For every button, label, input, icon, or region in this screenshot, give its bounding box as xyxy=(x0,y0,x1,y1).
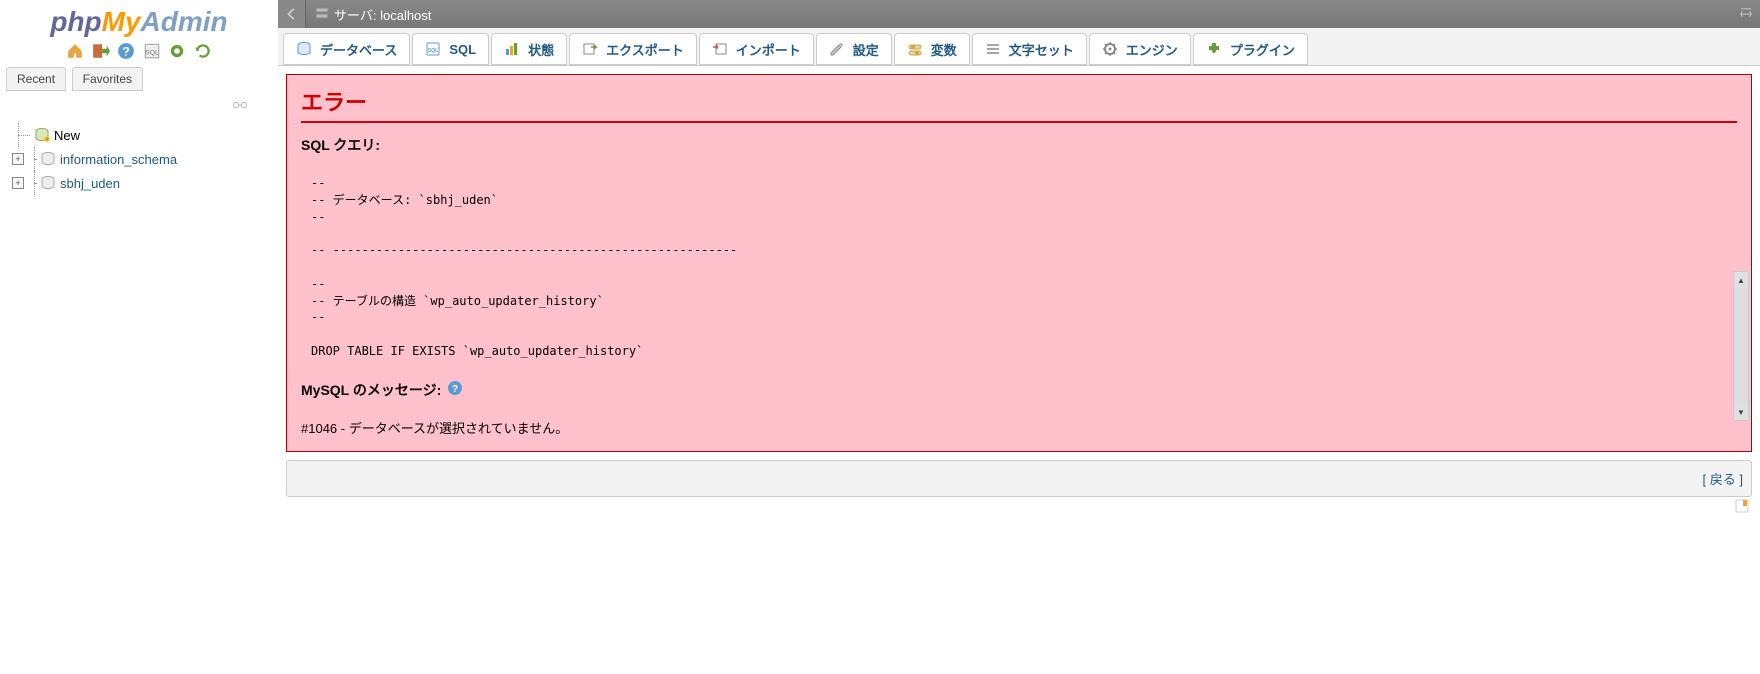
tab-variables[interactable]: 変数 xyxy=(894,33,970,65)
mysql-message-label: MySQL のメッセージ: xyxy=(301,380,441,400)
database-icon xyxy=(40,151,56,167)
expand-icon[interactable]: + xyxy=(12,153,24,165)
tab-variables-label: 変数 xyxy=(931,40,957,59)
tree-item-sbhj-uden[interactable]: + sbhj_uden xyxy=(8,171,270,195)
tab-settings-label: 設定 xyxy=(853,40,879,59)
tab-status-label: 状態 xyxy=(528,40,554,59)
logo-php: php xyxy=(50,6,101,37)
panel-collapse-icon[interactable] xyxy=(0,94,278,117)
bookmark-icon[interactable] xyxy=(1734,498,1750,514)
tab-charset-label: 文字セット xyxy=(1009,40,1074,59)
collapse-button[interactable] xyxy=(1732,0,1760,28)
scroll-track[interactable] xyxy=(1734,288,1748,404)
tab-export[interactable]: エクスポート xyxy=(569,33,697,65)
sql-query-text: -- -- データベース: `sbhj_uden` -- -- --------… xyxy=(301,165,1737,370)
sql-icon[interactable]: SQL xyxy=(143,42,161,60)
svg-text:?: ? xyxy=(122,45,130,59)
svg-text:SQL: SQL xyxy=(145,49,159,56)
scrollbar[interactable]: ▲ ▼ xyxy=(1733,271,1749,421)
svg-text:SQL: SQL xyxy=(428,48,438,54)
server-icon xyxy=(314,5,330,24)
home-icon[interactable] xyxy=(66,42,84,60)
tab-recent[interactable]: Recent xyxy=(6,67,66,91)
back-button[interactable] xyxy=(278,0,306,28)
help-icon[interactable]: ? xyxy=(447,380,463,399)
database-icon xyxy=(40,175,56,191)
tab-sql-label: SQL xyxy=(449,42,476,57)
scroll-down-icon[interactable]: ▼ xyxy=(1734,404,1748,420)
exit-icon[interactable] xyxy=(92,42,110,60)
sidebar-toolbar: ? SQL xyxy=(0,40,278,64)
tree-db2-label: sbhj_uden xyxy=(60,176,120,191)
db-tree: New + information_schema + sbhj_uden xyxy=(0,117,278,201)
gear-icon[interactable] xyxy=(168,42,186,60)
sidebar-tabs: Recent Favorites xyxy=(0,64,278,94)
back-link[interactable]: 戻る xyxy=(1706,472,1739,487)
tab-plugin-label: プラグイン xyxy=(1230,40,1295,59)
topbar: サーバ: localhost xyxy=(278,0,1760,28)
tree-db1-label: information_schema xyxy=(60,152,177,167)
backlink-bar: [ 戻る ] xyxy=(286,460,1752,497)
logo-my: My xyxy=(102,6,141,37)
tab-export-label: エクスポート xyxy=(606,40,684,59)
main: サーバ: localhost データベース SQL SQL 状態 エクスポート xyxy=(278,0,1760,674)
svg-text:?: ? xyxy=(452,384,458,395)
scroll-up-icon[interactable]: ▲ xyxy=(1734,272,1748,288)
tab-import-label: インポート xyxy=(736,40,801,59)
tree-new-label: New xyxy=(54,128,80,143)
tab-engine[interactable]: エンジン xyxy=(1089,33,1191,65)
content: エラー SQL クエリ: -- -- データベース: `sbhj_uden` -… xyxy=(278,66,1760,674)
bracket-close: ] xyxy=(1739,472,1743,487)
breadcrumb-label: サーバ: localhost xyxy=(334,5,431,24)
tab-database[interactable]: データベース xyxy=(283,33,410,65)
tab-sql[interactable]: SQL SQL xyxy=(412,33,489,65)
logo[interactable]: phpMyAdmin xyxy=(0,0,278,40)
error-box: エラー SQL クエリ: -- -- データベース: `sbhj_uden` -… xyxy=(286,74,1752,452)
nav-tabs: データベース SQL SQL 状態 エクスポート インポート 設定 xyxy=(278,28,1760,66)
breadcrumb[interactable]: サーバ: localhost xyxy=(306,5,431,24)
help-icon[interactable]: ? xyxy=(117,42,135,60)
tab-engine-label: エンジン xyxy=(1126,40,1178,59)
sidebar: phpMyAdmin ? SQL Recent Favorites New + xyxy=(0,0,278,674)
tab-import[interactable]: インポート xyxy=(699,33,814,65)
expand-icon[interactable]: + xyxy=(12,177,24,189)
tree-item-information-schema[interactable]: + information_schema xyxy=(8,147,270,171)
tab-plugin[interactable]: プラグイン xyxy=(1193,33,1308,65)
refresh-icon[interactable] xyxy=(194,42,212,60)
tree-new[interactable]: New xyxy=(8,123,270,147)
logo-admin: Admin xyxy=(141,6,228,37)
error-message: #1046 - データベースが選択されていません。 xyxy=(301,410,1737,439)
sql-query-label: SQL クエリ: xyxy=(301,135,1737,155)
tab-charset[interactable]: 文字セット xyxy=(972,33,1087,65)
tab-status[interactable]: 状態 xyxy=(491,33,567,65)
new-db-icon xyxy=(34,127,50,143)
tab-favorites[interactable]: Favorites xyxy=(72,67,143,91)
tab-settings[interactable]: 設定 xyxy=(816,33,892,65)
error-title: エラー xyxy=(301,85,1737,123)
tab-database-label: データベース xyxy=(320,40,397,59)
